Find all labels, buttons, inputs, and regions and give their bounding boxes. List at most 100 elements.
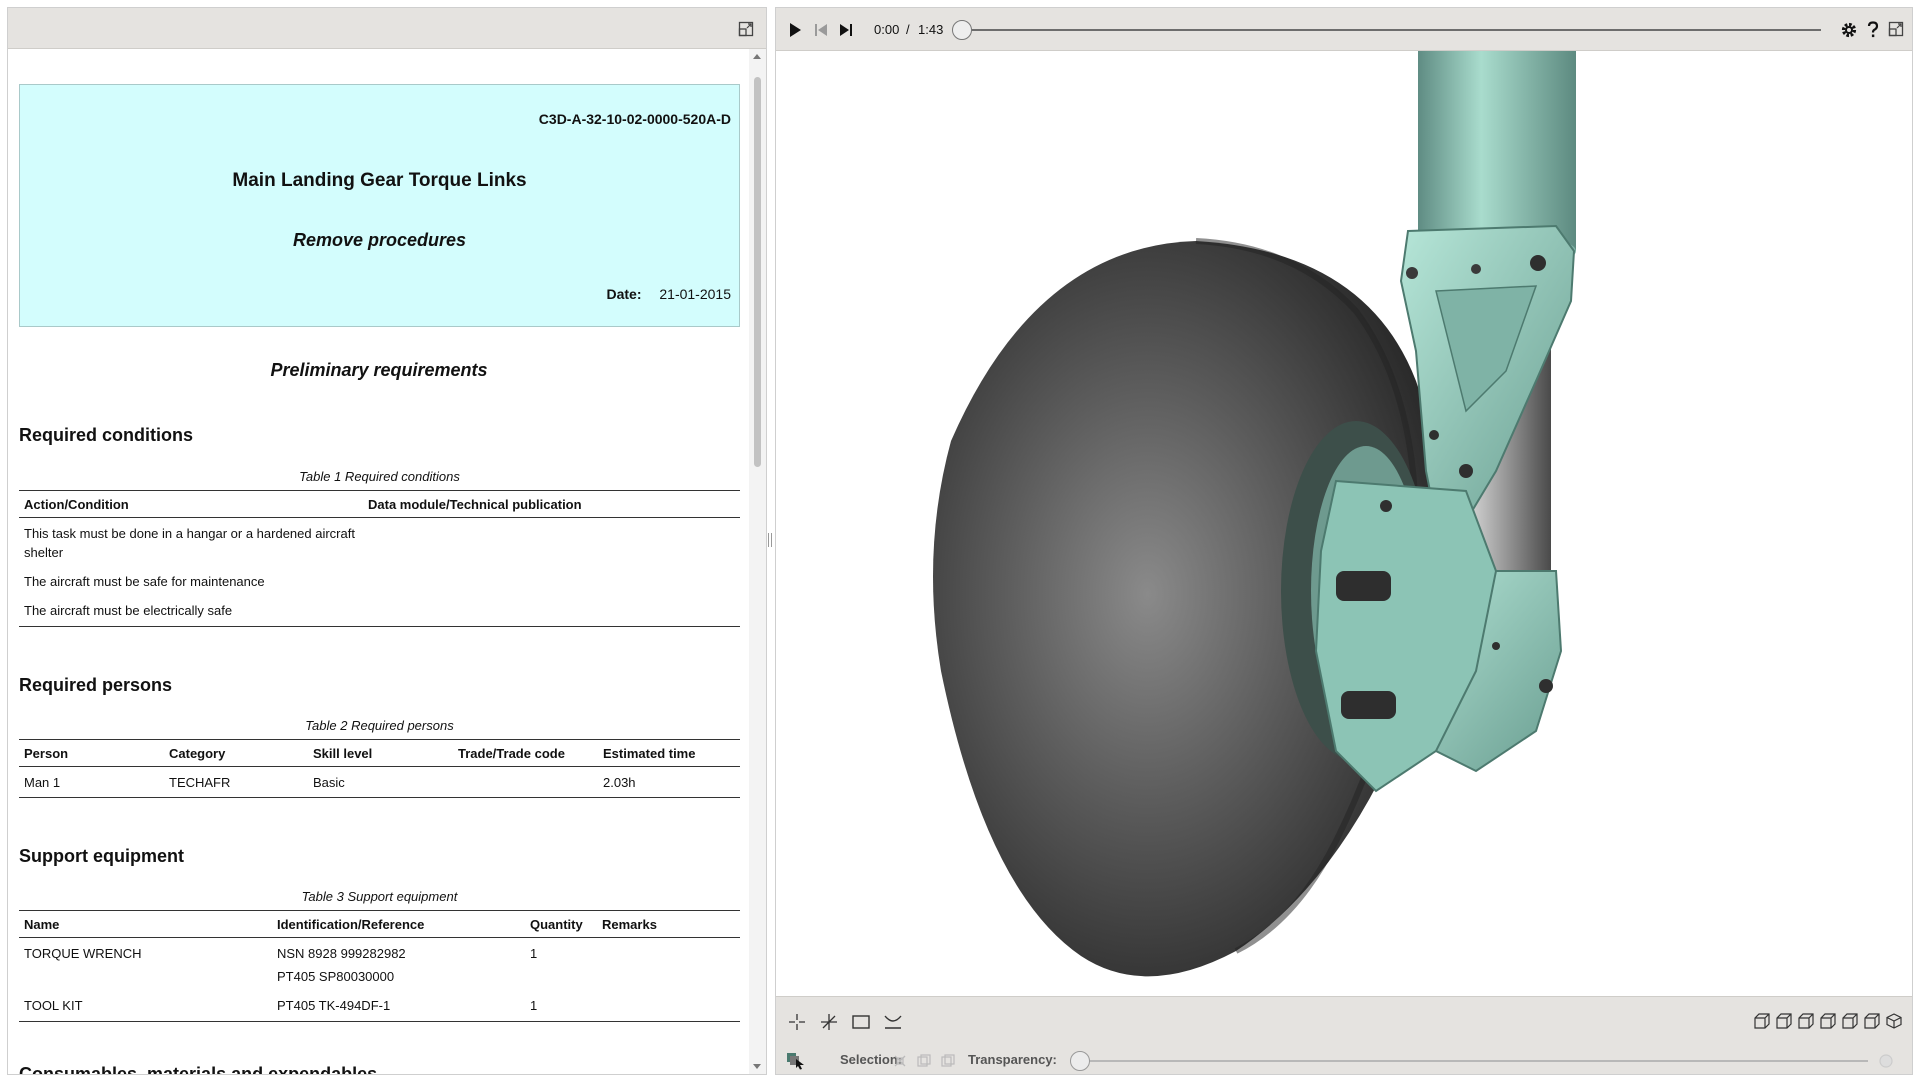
view-isometric-icon[interactable] xyxy=(1886,1013,1902,1029)
current-time: 0:00 xyxy=(874,22,900,37)
table-cell: TECHAFR xyxy=(164,766,308,798)
table-cell: PT405 SP80030000 xyxy=(277,969,395,984)
document-title: Main Landing Gear Torque Links xyxy=(232,170,527,191)
table-row: The aircraft must be electrically safe xyxy=(19,595,740,627)
scroll-down-icon[interactable] xyxy=(753,1064,761,1069)
animation-player-bar: 0:00 / 1:43 xyxy=(776,8,1912,51)
document-subtitle: Remove procedures xyxy=(292,230,467,250)
view-top-icon[interactable] xyxy=(1842,1013,1858,1029)
table-header-row: Name Identification/Reference Quantity R… xyxy=(19,910,740,938)
seek-slider-thumb[interactable] xyxy=(952,20,972,40)
viewer-toolbar: Selection: Transparency: xyxy=(776,996,1912,1074)
table-row: The aircraft must be safe for maintenanc… xyxy=(19,566,740,595)
table-cell: This task must be done in a hangar or a … xyxy=(24,526,355,560)
support-equipment-table: Name Identification/Reference Quantity R… xyxy=(19,910,740,1022)
date-row: Date: 21-01-2015 xyxy=(606,286,731,302)
maximize-icon[interactable] xyxy=(738,21,754,37)
column-header: Quantity xyxy=(525,910,597,938)
table-caption: Table 2 Required persons xyxy=(305,718,454,733)
view-back-icon[interactable] xyxy=(1776,1013,1792,1029)
scrollbar-thumb[interactable] xyxy=(754,77,761,467)
total-time: 1:43 xyxy=(918,22,944,37)
date-label: Date: xyxy=(606,286,642,302)
table-cell xyxy=(363,566,740,595)
view-left-icon[interactable] xyxy=(1798,1013,1814,1029)
play-icon[interactable] xyxy=(788,22,802,38)
table-row: TORQUE WRENCH NSN 8928 999282982 1 xyxy=(19,938,740,966)
table-cell: NSN 8928 999282982 xyxy=(277,946,406,961)
column-header: Data module/Technical publication xyxy=(363,490,740,518)
table-cell xyxy=(597,965,740,990)
table-cell xyxy=(597,990,740,1022)
table-cell xyxy=(597,938,740,966)
table-cell xyxy=(19,965,272,990)
column-header: Remarks xyxy=(597,910,740,938)
transparency-label: Transparency: xyxy=(968,1052,1057,1067)
required-persons-heading: Required persons xyxy=(19,675,173,695)
panel-splitter[interactable] xyxy=(768,533,772,547)
table-cell xyxy=(453,766,598,798)
section-tool-icon[interactable] xyxy=(884,1014,902,1030)
table-cell: 2.03h xyxy=(598,766,740,798)
view-right-icon[interactable] xyxy=(1820,1013,1836,1029)
column-header: Trade/Trade code xyxy=(453,739,598,767)
table-caption: Table 3 Support equipment xyxy=(301,889,458,904)
show-all-icon[interactable] xyxy=(940,1053,956,1069)
column-header: Action/Condition xyxy=(19,490,363,518)
table-cell: The aircraft must be electrically safe xyxy=(19,595,363,627)
column-header: Identification/Reference xyxy=(272,910,525,938)
next-icon[interactable] xyxy=(839,22,853,38)
hide-icon[interactable] xyxy=(916,1053,932,1069)
reset-transparency-icon[interactable] xyxy=(1878,1053,1894,1069)
box-select-icon[interactable] xyxy=(852,1015,870,1029)
required-conditions-table: Action/Condition Data module/Technical p… xyxy=(19,490,740,627)
view-bottom-icon[interactable] xyxy=(1864,1013,1880,1029)
table-row: PT405 SP80030000 xyxy=(19,965,740,990)
transparency-slider[interactable] xyxy=(1078,1060,1868,1062)
required-persons-table: Person Category Skill level Trade/Trade … xyxy=(19,739,740,798)
data-module-code: C3D-A-32-10-02-0000-520A-D xyxy=(538,111,731,127)
3d-viewport[interactable] xyxy=(776,51,1912,996)
table-header-row: Action/Condition Data module/Technical p… xyxy=(19,490,740,518)
document-content[interactable]: C3D-A-32-10-02-0000-520A-D Main Landing … xyxy=(8,49,750,1074)
table-cell: TOOL KIT xyxy=(19,990,272,1022)
document-scrollbar[interactable] xyxy=(749,49,766,1074)
column-header: Category xyxy=(164,739,308,767)
axis-tool-icon[interactable] xyxy=(820,1013,838,1031)
seek-slider[interactable] xyxy=(961,29,1821,31)
viewer-panel: 0:00 / 1:43 Selection: Transparency: xyxy=(775,7,1913,1075)
table-header-row: Person Category Skill level Trade/Trade … xyxy=(19,739,740,767)
strut-cylinder xyxy=(1418,51,1576,251)
selection-mode-icon[interactable] xyxy=(786,1052,806,1070)
help-icon[interactable] xyxy=(1866,21,1880,39)
document-panel: C3D-A-32-10-02-0000-520A-D Main Landing … xyxy=(7,7,767,1075)
table-cell: PT405 TK-494DF-1 xyxy=(272,990,525,1022)
table-cell: TORQUE WRENCH xyxy=(24,946,142,961)
table-row: Man 1 TECHAFR Basic 2.03h xyxy=(19,766,740,798)
table-cell xyxy=(363,595,740,627)
table-cell: Man 1 xyxy=(19,766,164,798)
isolate-icon[interactable] xyxy=(892,1053,908,1069)
column-header: Skill level xyxy=(308,739,453,767)
previous-icon[interactable] xyxy=(814,22,828,38)
table-cell xyxy=(363,518,740,567)
table-cell: Basic xyxy=(308,766,453,798)
table-cell: 1 xyxy=(525,990,597,1022)
column-header: Estimated time xyxy=(598,739,740,767)
date-value: 21-01-2015 xyxy=(659,286,731,302)
table-caption: Table 1 Required conditions xyxy=(299,469,460,484)
table-cell xyxy=(525,965,597,990)
select-tool-icon[interactable] xyxy=(788,1013,806,1031)
table-cell: 1 xyxy=(530,946,538,961)
table-row: This task must be done in a hangar or a … xyxy=(19,518,740,567)
transparency-slider-thumb[interactable] xyxy=(1070,1051,1090,1071)
title-block: C3D-A-32-10-02-0000-520A-D Main Landing … xyxy=(19,84,740,327)
required-conditions-heading: Required conditions xyxy=(19,425,194,445)
gear-icon[interactable] xyxy=(1840,21,1858,39)
view-front-icon[interactable] xyxy=(1754,1013,1770,1029)
landing-gear-model[interactable] xyxy=(776,51,1912,996)
scroll-up-icon[interactable] xyxy=(753,54,761,59)
column-header: Name xyxy=(19,910,272,938)
maximize-icon[interactable] xyxy=(1888,21,1904,37)
support-equipment-heading: Support equipment xyxy=(19,846,184,866)
